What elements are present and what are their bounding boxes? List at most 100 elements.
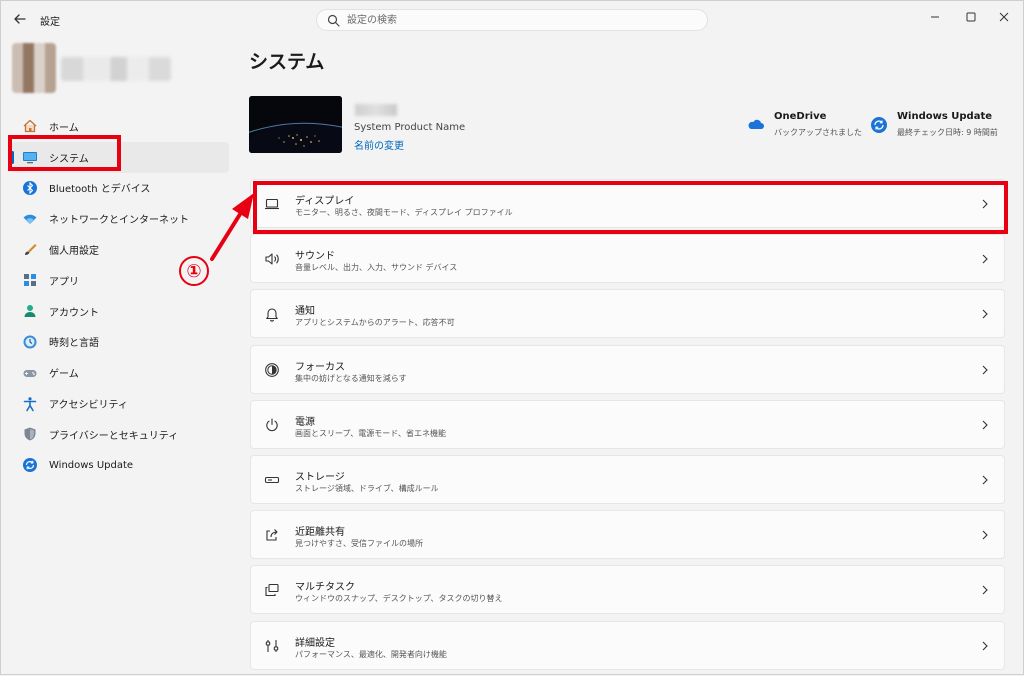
sidebar-item-bluetooth[interactable]: Bluetooth とデバイス [11, 173, 229, 204]
sidebar-item-label: アクセシビリティ [49, 400, 128, 412]
maximize-icon [966, 12, 976, 22]
card-advanced-settings[interactable]: 詳細設定 パフォーマンス、最適化、開発者向け機能 [250, 620, 1005, 670]
chevron-right-icon [982, 199, 988, 209]
sidebar-item-label: プライバシーとセキュリティ [49, 430, 179, 442]
storage-icon [263, 471, 281, 489]
system-icon [21, 148, 39, 166]
sidebar-item-windows-update[interactable]: Windows Update [11, 450, 229, 481]
sidebar-item-privacy-security[interactable]: プライバシーとセキュリティ [11, 419, 229, 450]
power-icon [263, 416, 281, 434]
search-box[interactable] [316, 9, 708, 31]
sidebar-item-label: システム [49, 153, 89, 165]
card-title: ディスプレイ [295, 196, 355, 207]
back-arrow-icon [14, 14, 26, 24]
sidebar-item-label: ホーム [49, 122, 79, 134]
onedrive-cloud-icon [748, 119, 764, 129]
sidebar-item-accessibility[interactable]: アクセシビリティ [11, 388, 229, 419]
sidebar-item-label: Windows Update [49, 459, 134, 471]
privacy-shield-icon [21, 425, 39, 443]
search-icon [327, 14, 340, 27]
card-title: ストレージ [295, 471, 345, 483]
card-subtitle: パフォーマンス、最適化、開発者向け機能 [295, 649, 447, 659]
time-language-icon [21, 333, 39, 351]
chevron-right-icon [982, 475, 988, 485]
accessibility-icon [21, 395, 39, 413]
close-icon [999, 12, 1009, 22]
device-model: System Product Name [354, 122, 466, 133]
device-wallpaper-thumbnail [249, 96, 342, 153]
advanced-settings-icon [263, 637, 281, 655]
apps-icon [21, 271, 39, 289]
card-subtitle: アプリとシステムからのアラート、応答不可 [295, 318, 455, 328]
focus-icon [263, 361, 281, 379]
windows-update-icon [871, 117, 887, 133]
card-subtitle: 画面とスリープ、電源モード、省エネ機能 [295, 428, 446, 438]
card-title: 詳細設定 [295, 637, 335, 649]
step-number-badge: ① [179, 256, 209, 286]
network-icon [21, 210, 39, 228]
sidebar-item-label: 時刻と言語 [49, 338, 99, 350]
search-input[interactable] [347, 12, 687, 28]
card-notifications[interactable]: 通知 アプリとシステムからのアラート、応答不可 [250, 289, 1005, 339]
window-title: 設定 [40, 17, 60, 28]
onedrive-title: OneDrive [774, 111, 827, 122]
card-storage[interactable]: ストレージ ストレージ領域、ドライブ、構成ルール [250, 454, 1005, 504]
page-title: システム [249, 51, 325, 73]
minimize-button[interactable] [920, 7, 950, 27]
windows-update-title: Windows Update [897, 111, 993, 122]
sidebar-item-gaming[interactable]: ゲーム [11, 357, 229, 388]
system-settings-list: ディスプレイ モニター、明るさ、夜間モード、ディスプレイ プロファイル サウンド… [250, 179, 1005, 676]
card-title: 電源 [295, 416, 315, 428]
earth-night-image [249, 96, 342, 153]
card-subtitle: 集中の妨げとなる通知を減らす [295, 373, 407, 383]
home-icon [21, 117, 39, 135]
card-focus[interactable]: フォーカス 集中の妨げとなる通知を減らす [250, 344, 1005, 394]
card-sound[interactable]: サウンド 音量レベル、出力、入力、サウンド デバイス [250, 234, 1005, 284]
card-power[interactable]: 電源 画面とスリープ、電源モード、省エネ機能 [250, 399, 1005, 449]
windows-update-icon [21, 456, 39, 474]
chevron-right-icon [982, 585, 988, 595]
account-icon [21, 302, 39, 320]
rename-device-link[interactable]: 名前の変更 [354, 137, 404, 152]
sidebar-nav: ホーム システム Bluetooth とデバイス ネットワークとインターネット [11, 111, 229, 481]
card-nearby-sharing[interactable]: 近距離共有 見つけやすさ、受信ファイルの場所 [250, 510, 1005, 560]
personalization-icon [21, 241, 39, 259]
settings-window: 設定 ホーム システム [0, 0, 1024, 675]
sidebar-item-label: Bluetooth とデバイス [49, 184, 151, 196]
sidebar-item-home[interactable]: ホーム [11, 111, 229, 142]
bluetooth-icon [21, 179, 39, 197]
chevron-right-icon [982, 365, 988, 374]
annotation-arrow-icon [210, 193, 254, 261]
card-title: 近距離共有 [295, 527, 345, 539]
sidebar-item-system[interactable]: システム [11, 141, 229, 173]
sidebar-item-label: アプリ [49, 276, 79, 288]
minimize-icon [931, 16, 939, 18]
card-subtitle: モニター、明るさ、夜間モード、ディスプレイ プロファイル [295, 208, 513, 217]
card-title: サウンド [295, 251, 335, 263]
card-subtitle: 見つけやすさ、受信ファイルの場所 [295, 539, 423, 549]
chevron-right-icon [982, 530, 988, 540]
user-avatar[interactable] [12, 43, 56, 93]
user-name-blurred [61, 57, 171, 81]
windows-update-status-text: 最終チェック日時: 9 時間前 [897, 128, 998, 137]
sidebar-item-time-language[interactable]: 時刻と言語 [11, 327, 229, 358]
notification-bell-icon [263, 305, 281, 323]
card-display[interactable]: ディスプレイ モニター、明るさ、夜間モード、ディスプレイ プロファイル [250, 179, 1005, 228]
chevron-right-icon [982, 254, 988, 264]
card-subtitle: ストレージ領域、ドライブ、構成ルール [295, 483, 439, 493]
multitasking-icon [263, 581, 281, 599]
selection-indicator [11, 150, 14, 164]
card-multitasking[interactable]: マルチタスク ウィンドウのスナップ、デスクトップ、タスクの切り替え [250, 565, 1005, 615]
sidebar-item-network[interactable]: ネットワークとインターネット [11, 203, 229, 234]
device-name-blurred [355, 104, 397, 116]
close-button[interactable] [989, 7, 1019, 27]
sidebar-item-label: ネットワークとインターネット [49, 215, 189, 227]
title-bar: 設定 [1, 1, 1023, 39]
maximize-button[interactable] [956, 7, 986, 27]
sidebar-item-label: ゲーム [49, 369, 79, 381]
sidebar-item-label: 個人用設定 [49, 246, 99, 258]
sidebar-item-account[interactable]: アカウント [11, 296, 229, 327]
back-button[interactable] [11, 10, 29, 28]
chevron-right-icon [982, 420, 988, 430]
chevron-right-icon [982, 641, 988, 650]
